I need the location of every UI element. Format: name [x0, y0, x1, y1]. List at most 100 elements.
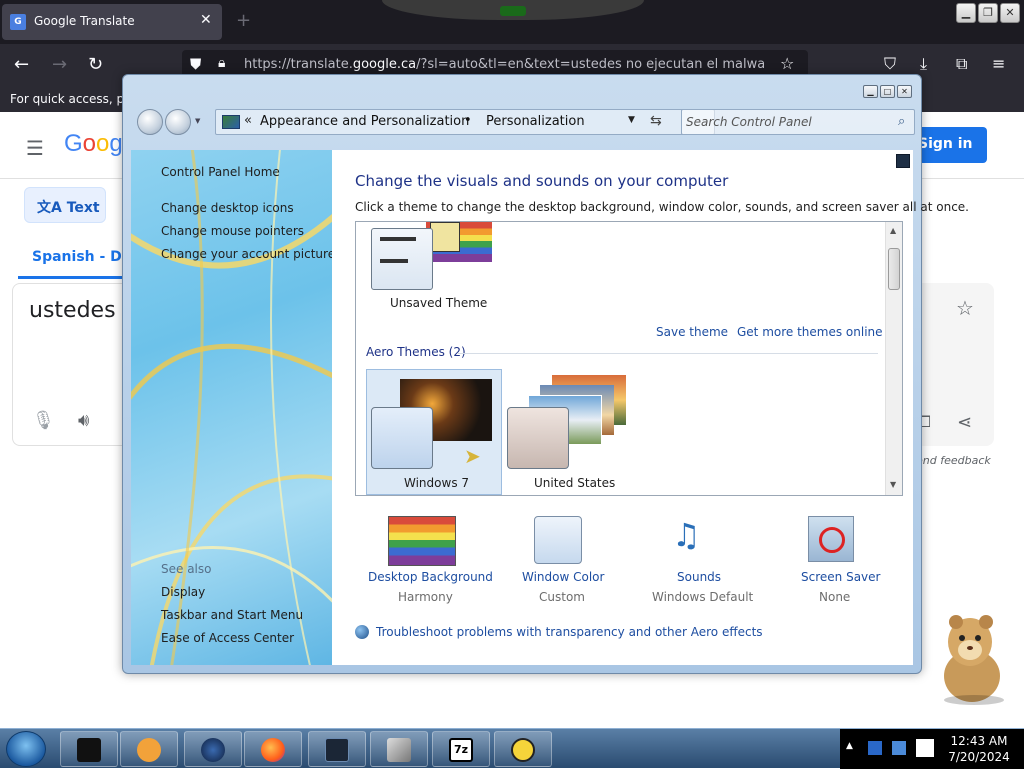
taskbar: 7z ▲ 12:43 AM 7/20/2024 — [0, 728, 1024, 769]
taskbar-start-menu-link[interactable]: Taskbar and Start Menu — [161, 608, 303, 622]
taskbar-app-8[interactable] — [494, 731, 552, 767]
clock-date[interactable]: 7/20/2024 — [944, 750, 1014, 764]
change-desktop-icons-link[interactable]: Change desktop icons — [161, 201, 294, 215]
cp-left-pane: Control Panel Home Change desktop icons … — [131, 150, 332, 665]
speaker-icon[interactable]: 🔊︎ — [78, 410, 89, 431]
control-panel-app-icon — [325, 738, 349, 762]
source-text[interactable]: ustedes n — [29, 298, 136, 323]
sounds-icon[interactable]: ♫ — [672, 516, 701, 554]
start-button-icon[interactable] — [6, 731, 46, 767]
refresh-icon[interactable]: ⇆ — [650, 113, 662, 129]
screen-saver-link[interactable]: Screen Saver — [801, 570, 880, 584]
troubleshoot-link[interactable]: Troubleshoot problems with transparency … — [376, 625, 763, 639]
aero-themes-divider — [458, 353, 878, 354]
desktop-background-icon[interactable] — [388, 516, 456, 566]
star-icon[interactable]: ☆ — [780, 54, 794, 73]
url-text[interactable]: https://translate.google.ca/?sl=auto&tl=… — [244, 57, 764, 72]
search-icon[interactable]: ⌕ — [898, 114, 905, 129]
google-logo[interactable]: Goog — [64, 130, 123, 158]
windows-7-theme-label[interactable]: Windows 7 — [404, 476, 469, 490]
breadcrumb-appearance[interactable]: Appearance and Personalization — [260, 114, 469, 129]
themes-list[interactable]: Unsaved Theme Save theme Get more themes… — [355, 221, 903, 496]
forward-icon[interactable]: → — [52, 54, 67, 75]
desktop-background-link[interactable]: Desktop Background — [368, 570, 493, 584]
page-subtitle: Click a theme to change the desktop back… — [355, 200, 969, 214]
menu-icon[interactable]: ≡ — [992, 54, 1005, 73]
unsaved-theme-character-icon — [430, 222, 460, 252]
translate-icon: 文A — [37, 200, 67, 216]
unsaved-theme-tile[interactable] — [371, 228, 433, 290]
window-color-value: Custom — [539, 590, 585, 604]
pocket-icon[interactable]: ⛉ — [884, 54, 896, 74]
clock-time[interactable]: 12:43 AM — [944, 734, 1014, 748]
extensions-icon[interactable]: ⧉ — [956, 54, 967, 74]
volume-icon[interactable] — [916, 739, 934, 757]
taskbar-windows[interactable] — [370, 731, 428, 767]
search-input[interactable]: Search Control Panel ⌕ — [681, 109, 915, 135]
sounds-link[interactable]: Sounds — [677, 570, 721, 584]
breadcrumb-personalization[interactable]: Personalization — [486, 114, 585, 129]
breadcrumb[interactable]: « Appearance and Personalization • Perso… — [215, 109, 715, 135]
new-tab-button[interactable]: + — [236, 10, 251, 31]
download-icon[interactable]: ⤓ — [920, 54, 927, 74]
taskbar-control-panel[interactable] — [308, 731, 366, 767]
unsaved-theme-label[interactable]: Unsaved Theme — [390, 296, 487, 310]
breadcrumb-overflow[interactable]: « — [244, 113, 252, 128]
browser-tab-strip: G Google Translate ✕ + ▁ ❐ ✕ — [0, 0, 1024, 44]
sounds-value: Windows Default — [652, 590, 754, 604]
taskbar-app-3[interactable] — [184, 731, 242, 767]
cp-maximize-button[interactable]: □ — [880, 85, 895, 98]
scroll-up-icon[interactable]: ▲ — [890, 226, 896, 235]
cp-back-button[interactable] — [137, 109, 163, 135]
united-states-color-swatch[interactable] — [507, 407, 569, 469]
cp-forward-button[interactable] — [165, 109, 191, 135]
share-icon[interactable]: ⋖ — [957, 412, 972, 433]
hamster-desktop-pet-icon[interactable] — [930, 606, 1010, 706]
browser-restore-button[interactable]: ❐ — [978, 3, 998, 23]
mouse-cursor-icon: ➤ — [464, 444, 481, 468]
breadcrumb-dropdown-icon[interactable]: ▼ — [628, 115, 635, 125]
hamburger-menu-icon[interactable]: ☰ — [26, 136, 44, 160]
themes-scrollbar[interactable]: ▲ ▼ — [885, 222, 902, 495]
text-mode-button[interactable]: 文A Text — [24, 187, 106, 223]
lock-icon[interactable]: 🔒︎ — [218, 55, 225, 71]
sign-in-button[interactable]: Sign in — [912, 127, 987, 163]
cp-minimize-button[interactable]: ▁ — [863, 85, 878, 98]
display-link[interactable]: Display — [161, 585, 205, 599]
back-icon[interactable]: ← — [14, 54, 29, 75]
breadcrumb-separator[interactable]: • — [464, 113, 472, 128]
scrollbar-thumb[interactable] — [888, 248, 900, 290]
united-states-theme-label[interactable]: United States — [534, 476, 615, 490]
cp-close-button[interactable]: ✕ — [897, 85, 912, 98]
tab-close-icon[interactable]: ✕ — [200, 12, 212, 28]
screen-saver-icon[interactable] — [808, 516, 854, 562]
help-icon[interactable] — [896, 154, 910, 168]
cp-recent-pages-dropdown[interactable]: ▼ — [195, 117, 200, 125]
window-color-link[interactable]: Window Color — [522, 570, 604, 584]
scroll-down-icon[interactable]: ▼ — [890, 480, 896, 489]
taskbar-7zip[interactable]: 7z — [432, 731, 490, 767]
troubleshoot-icon — [355, 625, 369, 639]
remote-app-icon — [511, 738, 535, 762]
taskbar-app-2[interactable] — [120, 731, 178, 767]
reload-icon[interactable]: ↻ — [88, 54, 103, 75]
change-mouse-pointers-link[interactable]: Change mouse pointers — [161, 224, 304, 238]
browser-minimize-button[interactable]: ▁ — [956, 3, 976, 23]
change-account-picture-link[interactable]: Change your account picture — [161, 247, 332, 261]
browser-tab[interactable]: G Google Translate ✕ — [2, 4, 222, 40]
save-translation-star-icon[interactable]: ☆ — [956, 296, 974, 320]
microphone-icon[interactable]: 🎙︎ — [32, 410, 55, 431]
get-more-themes-link[interactable]: Get more themes online — [737, 325, 883, 339]
window-color-icon[interactable] — [534, 516, 582, 564]
taskbar-firefox[interactable] — [244, 731, 302, 767]
network-icon[interactable] — [868, 741, 882, 755]
browser-close-button[interactable]: ✕ — [1000, 3, 1020, 23]
display-tray-icon[interactable] — [892, 741, 906, 755]
ease-of-access-link[interactable]: Ease of Access Center — [161, 631, 294, 645]
taskbar-app-1[interactable] — [60, 731, 118, 767]
save-theme-link[interactable]: Save theme — [656, 325, 728, 339]
shield-icon[interactable]: ⛊ — [190, 55, 201, 73]
tray-expand-icon[interactable]: ▲ — [846, 741, 853, 751]
send-feedback-link[interactable]: end feedback — [916, 454, 991, 467]
control-panel-home-link[interactable]: Control Panel Home — [161, 165, 280, 179]
